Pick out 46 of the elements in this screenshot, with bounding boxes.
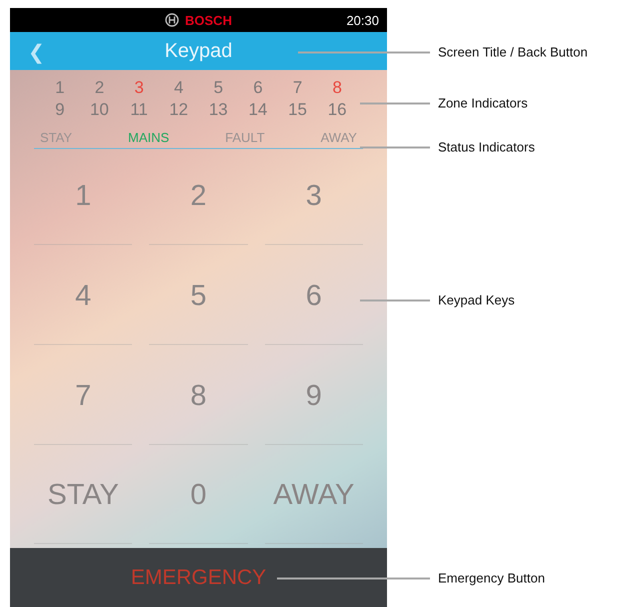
callout-label: Status Indicators — [438, 140, 535, 154]
zone-indicator: 10 — [88, 100, 110, 120]
logo-icon — [165, 13, 180, 27]
zone-indicator: 6 — [252, 78, 264, 98]
screen-title: Keypad — [164, 40, 232, 62]
keypad-key[interactable]: 2 — [149, 149, 248, 245]
zone-indicator: 4 — [172, 78, 184, 98]
zone-indicator: 7 — [292, 78, 304, 98]
zone-indicator: 9 — [54, 100, 66, 120]
leader-line — [360, 299, 430, 301]
zone-indicator: 12 — [168, 100, 190, 120]
keypad-key[interactable]: 7 — [34, 348, 132, 444]
status-indicator: AWAY — [320, 130, 357, 145]
zone-indicator: 13 — [208, 100, 229, 120]
keypad-key[interactable]: 1 — [34, 149, 132, 245]
status-indicator: FAULT — [225, 130, 265, 145]
keypad-key[interactable]: STAY — [34, 448, 132, 544]
brand-name: BOSCH — [185, 12, 232, 28]
keypad-key[interactable]: 3 — [264, 149, 363, 245]
clock: 20:30 — [346, 12, 379, 28]
callout-label: Screen Title / Back Button — [438, 44, 588, 60]
zone-indicator: 14 — [247, 100, 268, 120]
callout-label: Emergency Button — [438, 570, 545, 586]
keypad-key[interactable]: 9 — [264, 348, 363, 444]
keypad-key[interactable]: 4 — [34, 248, 132, 345]
zone-indicator: 15 — [287, 100, 308, 120]
zone-indicator: 8 — [331, 78, 343, 98]
callout-label: Keypad Keys — [438, 292, 515, 308]
zone-indicator: 1 — [54, 78, 66, 98]
leader-line — [360, 146, 430, 148]
callout-label: Zone Indicators — [438, 96, 528, 110]
emergency-button[interactable]: EMERGENCY — [10, 548, 387, 607]
zone-indicator: 2 — [94, 78, 106, 98]
back-button[interactable]: ❮ — [24, 38, 49, 67]
zone-indicator: 5 — [212, 78, 224, 98]
keypad-key[interactable]: 0 — [149, 448, 248, 544]
keypad-key[interactable]: 6 — [264, 248, 363, 345]
leader-line — [360, 102, 430, 104]
keypad-key[interactable]: AWAY — [264, 448, 363, 544]
zone-indicator: 16 — [326, 100, 348, 120]
status-indicator: MAINS — [128, 130, 170, 145]
keypad-key[interactable]: 8 — [149, 348, 248, 444]
zone-indicator: 11 — [129, 100, 149, 120]
status-indicator: STAY — [40, 130, 72, 145]
zone-indicator: 3 — [133, 78, 145, 98]
keypad-key[interactable]: 5 — [149, 248, 248, 345]
